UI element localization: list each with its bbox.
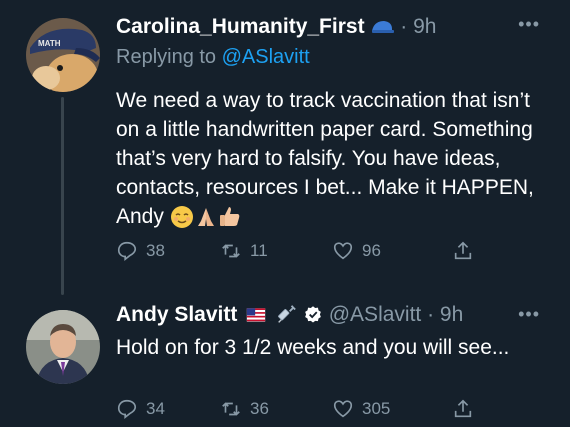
retweet-count: 11 [250,241,268,260]
more-options-icon[interactable]: ••• [518,304,540,325]
reply-mention-link[interactable]: @ASlavitt [222,46,310,68]
thread-line [61,97,64,295]
share-button[interactable] [452,240,474,262]
avatar-andy[interactable] [26,310,100,384]
reply-button[interactable]: 34 [116,398,165,420]
tweet-header: Carolina_Humanity_First · 9h [116,14,436,40]
display-name[interactable]: Andy Slavitt [116,303,237,326]
tweet-text: We need a way to track vaccination that … [116,86,546,231]
syringe-emoji [278,305,296,324]
like-icon [333,242,353,260]
reply-button[interactable]: 38 [116,240,165,262]
retweet-button[interactable]: 11 [220,240,268,262]
tweet-text: Hold on for 3 1/2 weeks and you will see… [116,336,510,359]
timestamp[interactable]: · 9h [427,303,463,326]
tweet-carolina[interactable]: MATH Carolina_Humanity_First · 9h Replyi… [0,0,570,295]
blue-cap-emoji [370,15,400,38]
replying-prefix: Replying to [116,46,222,68]
like-count: 305 [362,399,391,418]
avatar-carolina[interactable]: MATH [26,18,100,92]
thumbs-up-emoji [219,207,240,227]
reply-count: 34 [146,399,165,418]
tweet-andy[interactable]: Andy Slavitt @ASlavitt · 9h ••• Hold on … [0,288,570,427]
display-name[interactable]: Carolina_Humanity_First [116,15,365,38]
tweet-header: Andy Slavitt @ASlavitt · 9h [116,302,463,328]
like-count: 96 [362,241,381,260]
like-icon [333,400,353,418]
tweet-actions: 34 36 305 [116,398,496,424]
replying-to: Replying to @ASlavitt [116,46,310,69]
verified-icon [305,306,321,323]
timestamp[interactable]: · 9h [400,15,436,38]
share-button[interactable] [452,398,474,420]
handle[interactable]: @ASlavitt [329,303,422,326]
retweet-count: 36 [250,399,269,418]
like-button[interactable]: 305 [332,398,390,420]
more-options-icon[interactable]: ••• [518,14,540,35]
tweet-actions: 38 11 96 [116,240,496,266]
retweet-icon [222,402,240,416]
us-flag-emoji [247,308,266,323]
like-button[interactable]: 96 [332,240,381,262]
reply-count: 38 [146,241,165,260]
retweet-button[interactable]: 36 [220,398,269,420]
folded-hands-emoji [197,208,214,227]
retweet-icon [222,244,240,258]
share-icon [454,241,472,260]
reply-icon [117,241,137,261]
svg-text:MATH: MATH [38,39,61,48]
relieved-face-emoji [170,206,193,229]
reply-icon [117,399,137,419]
share-icon [454,399,472,418]
